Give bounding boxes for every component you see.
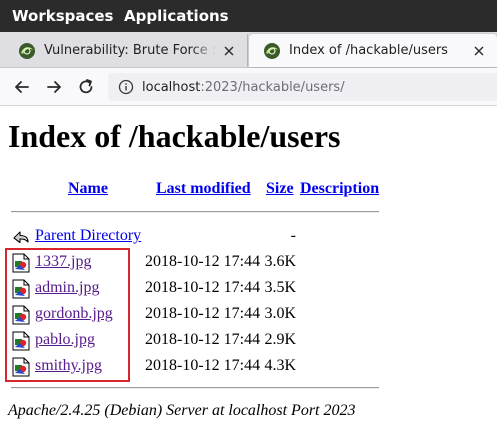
back-arrow-icon[interactable]	[12, 77, 32, 97]
dvwa-favicon-icon	[19, 42, 35, 59]
tab-index-of-users[interactable]: Index of /hackable/users	[249, 34, 497, 67]
file-size: 3.6K	[264, 253, 296, 270]
page-content: Index of /hackable/users Name Last modif…	[0, 106, 497, 446]
file-modified: 2018-10-12 17:44	[145, 357, 261, 374]
divider	[11, 387, 379, 389]
file-size: 2.9K	[264, 331, 296, 348]
url-path: :2023/hackable/users/	[200, 79, 345, 95]
parent-size: -	[290, 227, 296, 244]
column-header-last-modified[interactable]: Last modified	[156, 180, 251, 198]
dvwa-favicon-icon	[264, 42, 280, 59]
divider	[11, 211, 379, 213]
forward-arrow-icon[interactable]	[44, 77, 64, 97]
server-signature: Apache/2.4.25 (Debian) Server at localho…	[8, 402, 356, 419]
file-size: 4.3K	[264, 357, 296, 374]
file-size: 3.0K	[264, 305, 296, 322]
applications-menu[interactable]: Applications	[124, 7, 229, 25]
file-modified: 2018-10-12 17:44	[145, 253, 261, 270]
back-arrow-icon	[13, 231, 29, 244]
workspaces-menu[interactable]: Workspaces	[12, 7, 113, 25]
tab-strip: Vulnerability: Brute Force :: Damn Vulne…	[0, 32, 497, 68]
column-header-description[interactable]: Description	[300, 180, 379, 198]
file-modified: 2018-10-12 17:44	[145, 331, 261, 348]
column-header-size[interactable]: Size	[266, 180, 294, 198]
reload-icon[interactable]	[76, 77, 96, 97]
system-top-bar: Workspaces Applications	[0, 0, 497, 32]
url-host: localhost	[142, 79, 201, 95]
tab-label: Index of /hackable/users	[289, 43, 448, 58]
close-icon[interactable]	[223, 45, 235, 57]
info-icon[interactable]	[118, 79, 134, 95]
page-title: Index of /hackable/users	[8, 118, 341, 154]
tab-label: Vulnerability: Brute Force :: Damn Vulne…	[44, 43, 217, 58]
highlight-box	[5, 248, 130, 382]
close-icon[interactable]	[473, 45, 485, 57]
tab-brute-force[interactable]: Vulnerability: Brute Force :: Damn Vulne…	[4, 34, 248, 67]
file-modified: 2018-10-12 17:44	[145, 305, 261, 322]
parent-directory-link[interactable]: Parent Directory	[35, 227, 141, 245]
url-text[interactable]: localhost:2023/hackable/users/	[142, 80, 345, 95]
navigation-bar: localhost:2023/hackable/users/	[0, 68, 497, 106]
address-bar[interactable]: localhost:2023/hackable/users/	[108, 73, 497, 101]
column-header-name[interactable]: Name	[68, 180, 108, 198]
parent-directory-row: Parent Directory -	[0, 226, 497, 248]
file-size: 3.5K	[264, 279, 296, 296]
file-modified: 2018-10-12 17:44	[145, 279, 261, 296]
